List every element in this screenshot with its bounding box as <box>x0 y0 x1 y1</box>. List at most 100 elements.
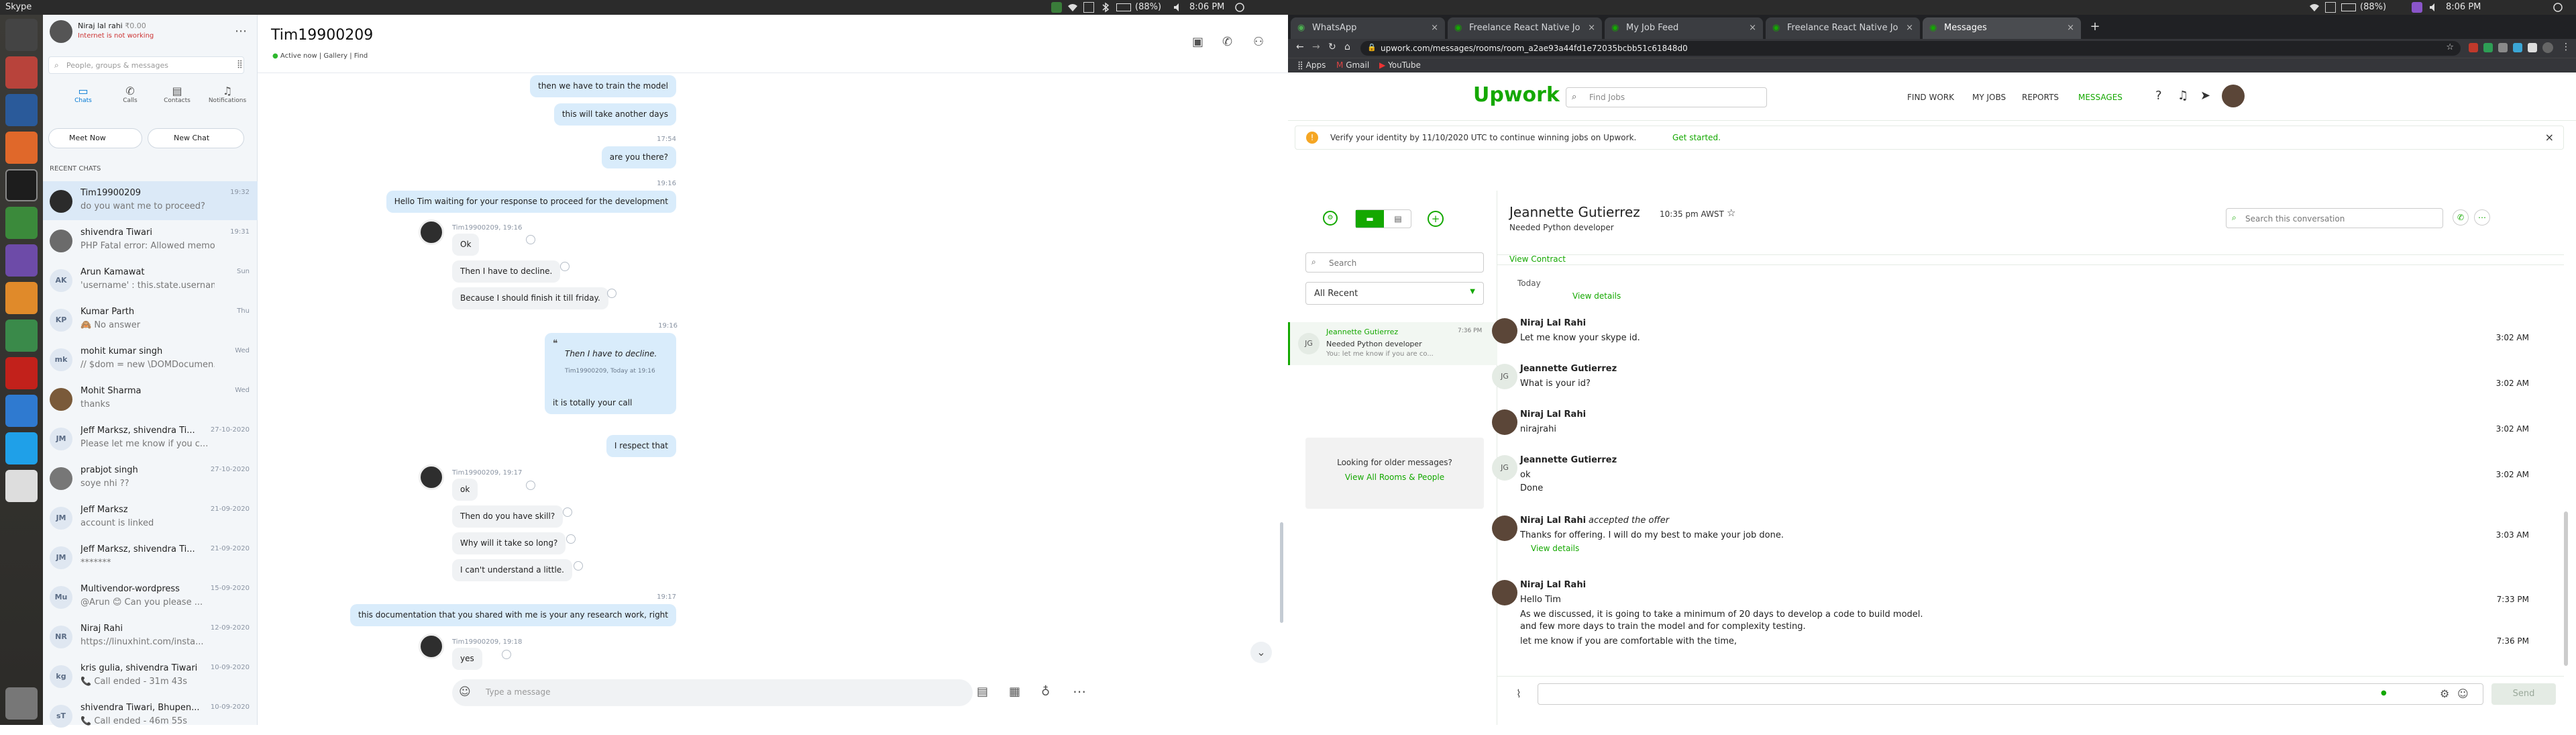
contact-card-icon[interactable]: ▦ <box>1009 685 1020 699</box>
message-bubble[interactable]: I respect that <box>606 435 676 457</box>
app-store-icon[interactable] <box>5 282 38 314</box>
reaction-icon[interactable] <box>526 235 535 244</box>
settings-gear-icon[interactable]: ⚙ <box>1323 211 1338 226</box>
more-options-icon[interactable]: ⋯ <box>2474 209 2490 226</box>
profile-avatar[interactable] <box>50 20 72 43</box>
contracts-view-icon[interactable]: ▤ <box>1384 210 1412 228</box>
chat-list-item[interactable]: Tim19900209 do you want me to proceed? 19:… <box>43 181 258 220</box>
call-icon[interactable]: ✆ <box>2453 209 2469 226</box>
search-box[interactable]: ⌕ People, groups & messages <box>48 56 244 74</box>
new-room-icon[interactable]: + <box>1428 211 1444 227</box>
chat-list-item[interactable]: KP Kumar Parth 🙈 No answer Thu <box>43 300 258 339</box>
view-contract-link[interactable]: View Contract <box>1509 254 1566 264</box>
chat-list-item[interactable]: prabjot singh soye nhi ?? 27-10-2020 <box>43 458 258 497</box>
wifi-icon[interactable] <box>1067 2 1078 13</box>
forward-icon[interactable]: → <box>1312 42 1320 52</box>
keyboard-layout-icon-2[interactable] <box>2325 2 2336 13</box>
wifi-icon-2[interactable] <box>2309 2 2320 13</box>
extension-icon[interactable] <box>2513 43 2522 52</box>
message-bubble[interactable]: this will take another days <box>553 103 676 126</box>
home-icon[interactable]: ⌂ <box>1344 42 1350 52</box>
browser-tab-active[interactable]: ◉ Messages × <box>1923 17 2081 39</box>
video-call-icon[interactable]: ▣ <box>1192 35 1203 49</box>
reaction-icon[interactable] <box>502 650 511 659</box>
text-editor-icon[interactable] <box>5 470 38 502</box>
message-bubble[interactable]: are you there? <box>601 146 676 168</box>
chat-list-item[interactable]: AK Arun Kamawat 'username' : this.state.us… <box>43 260 258 299</box>
app-switcher-icon[interactable] <box>5 19 38 51</box>
favorite-star-icon[interactable]: ☆ <box>1727 207 1735 219</box>
message-bubble[interactable]: I can't understand a little. <box>452 559 572 581</box>
nav-reports[interactable]: REPORTS <box>2022 93 2059 102</box>
nav-find-work[interactable]: FIND WORK <box>1907 93 1954 102</box>
volume-icon[interactable] <box>1173 2 1183 13</box>
message-bubble[interactable]: yes <box>452 648 482 670</box>
message-bubble[interactable]: then we have to train the model <box>530 75 676 97</box>
trash-icon[interactable] <box>5 687 38 720</box>
battery-icon-2[interactable] <box>2341 3 2356 11</box>
chrome-icon[interactable] <box>5 207 38 239</box>
chat-list-item[interactable]: NR Niraj Rahi https://linuxhint.com/insta.… <box>43 617 258 656</box>
message-bubble[interactable]: Because I should finish it till friday. <box>452 287 608 309</box>
extension-icon[interactable] <box>2469 43 2478 52</box>
close-tab-icon[interactable]: × <box>1588 17 1595 39</box>
settings-icon[interactable]: ⚙ <box>2440 687 2449 700</box>
upwork-logo[interactable]: Upwork <box>1473 83 1560 107</box>
chrome-menu-icon[interactable]: ⋮ <box>2561 42 2571 52</box>
gmail-bookmark[interactable]: M Gmail <box>1336 60 1369 70</box>
message-bubble[interactable]: Ok <box>452 234 480 256</box>
meet-now-button[interactable]: Meet Now <box>48 128 142 148</box>
message-input[interactable]: ☺ Type a message <box>452 679 973 706</box>
get-started-link[interactable]: Get started. <box>1672 133 1721 142</box>
tab-contacts[interactable]: ▤ Contacts <box>157 85 197 104</box>
close-tab-icon[interactable]: × <box>1749 17 1756 39</box>
reaction-icon[interactable] <box>607 289 616 298</box>
close-tab-icon[interactable]: × <box>1906 17 1913 39</box>
files-icon[interactable] <box>5 56 38 89</box>
settings-power-icon[interactable] <box>1234 2 1245 13</box>
close-tab-icon[interactable]: × <box>2067 17 2074 39</box>
gallery-link[interactable]: Gallery <box>323 52 347 60</box>
attach-file-icon[interactable]: ▤ <box>977 685 988 699</box>
chat-list-item[interactable]: sT shivendra Tiwari, Bhupen... 📞 Call ende… <box>43 696 258 735</box>
skype-icon[interactable] <box>5 432 38 464</box>
emoji-icon[interactable]: ☺ <box>459 685 471 699</box>
message-bubble[interactable]: Then I have to decline. <box>452 260 561 283</box>
tab-notifications[interactable]: ♫ Notifications <box>204 85 251 104</box>
android-studio-icon[interactable] <box>5 320 38 352</box>
profile-avatar-icon[interactable] <box>2542 42 2553 53</box>
chat-list-item[interactable]: mk mohit kumar singh // $dom = new \DOMDoc… <box>43 340 258 379</box>
reaction-icon[interactable] <box>560 262 570 271</box>
document-editor-icon[interactable] <box>5 94 38 126</box>
new-tab-icon[interactable]: + <box>2088 20 2102 35</box>
scrollbar[interactable] <box>2564 511 2568 666</box>
chat-list-item[interactable]: JM Jeff Marksz, shivendra Ti... ******* 21-… <box>43 538 258 577</box>
scroll-down-icon[interactable]: ⌄ <box>1250 642 1272 663</box>
browser-tab[interactable]: ◉ My Job Feed × <box>1605 17 1763 39</box>
rooms-filter-select[interactable]: All Recent ▼ <box>1305 282 1484 305</box>
emoji-icon[interactable]: ☺ <box>2457 687 2469 700</box>
user-avatar[interactable] <box>2222 85 2245 107</box>
app-icon-purple[interactable] <box>5 244 38 277</box>
help-icon[interactable]: ? <box>2155 89 2162 103</box>
chat-list-item[interactable]: JM Jeff Marksz, shivendra Ti... Please let… <box>43 419 258 458</box>
find-jobs-search[interactable]: ⌕ Find Jobs <box>1566 87 1767 107</box>
dropbox-tray-icon[interactable] <box>1051 2 1062 13</box>
chat-list-item[interactable]: kg kris gulia, shivendra Tiwari 📞 Call end… <box>43 656 258 695</box>
keyboard-layout-icon[interactable] <box>1083 2 1094 13</box>
close-tab-icon[interactable]: × <box>1431 17 1438 39</box>
extension-icon[interactable] <box>2483 43 2493 52</box>
view-all-rooms-link[interactable]: View All Rooms & People <box>1305 473 1484 482</box>
rooms-view-icon[interactable]: ▬ <box>1356 210 1384 228</box>
screen-record-tray-icon[interactable] <box>2412 2 2422 13</box>
find-link[interactable]: Find <box>354 52 368 60</box>
reaction-icon[interactable] <box>566 534 576 544</box>
notifications-bell-icon[interactable]: ♫ <box>2178 89 2188 103</box>
extensions-puzzle-icon[interactable] <box>2528 43 2537 52</box>
close-banner-icon[interactable]: × <box>2545 131 2554 144</box>
audio-call-icon[interactable]: ✆ <box>1222 35 1232 49</box>
clock-2[interactable]: 8:06 PM <box>2446 0 2481 15</box>
extension-icon[interactable] <box>2498 43 2508 52</box>
nav-my-jobs[interactable]: MY JOBS <box>1972 93 2006 102</box>
add-people-icon[interactable]: ⚇ <box>1253 35 1264 49</box>
